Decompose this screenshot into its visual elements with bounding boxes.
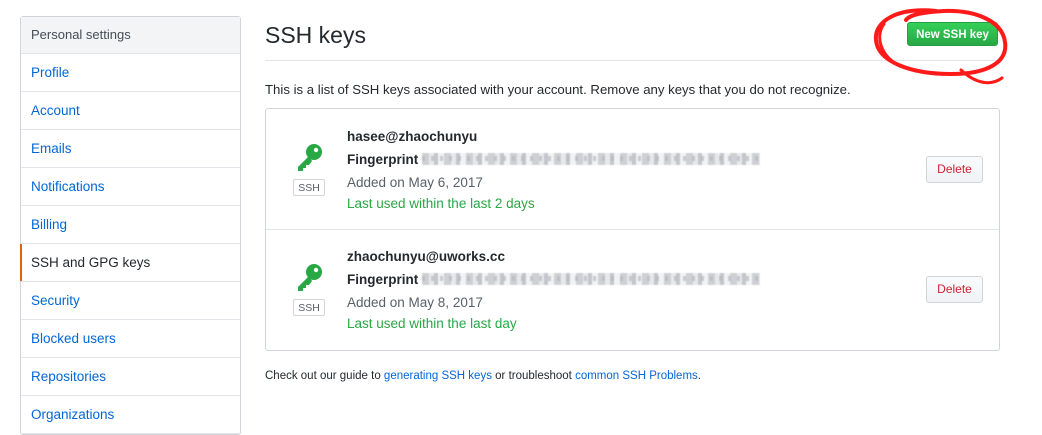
help-text-middle: or troubleshoot bbox=[491, 370, 576, 382]
sidebar-item-emails[interactable]: Emails bbox=[21, 130, 240, 168]
added-date: Added on May 8, 2017 bbox=[347, 295, 483, 310]
sidebar-item-blocked-users[interactable]: Blocked users bbox=[21, 320, 240, 358]
ssh-type-badge: SSH bbox=[293, 299, 325, 316]
generating-ssh-keys-link[interactable]: generating SSH keys bbox=[384, 370, 492, 382]
sidebar-item-notifications[interactable]: Notifications bbox=[21, 168, 240, 206]
sidebar-header: Personal settings bbox=[21, 17, 240, 54]
fingerprint-label: Fingerprint bbox=[347, 272, 419, 287]
intro-text: This is a list of SSH keys associated wi… bbox=[265, 82, 851, 97]
key-icon bbox=[298, 144, 322, 171]
last-used-status: Last used within the last 2 days bbox=[347, 196, 535, 211]
help-text-prefix: Check out our guide to bbox=[265, 370, 384, 382]
page-title: SSH keys bbox=[265, 22, 366, 48]
added-date: Added on May 6, 2017 bbox=[347, 175, 483, 190]
key-icon bbox=[298, 264, 322, 291]
ssh-type-badge: SSH bbox=[293, 179, 325, 196]
last-used-status: Last used within the last day bbox=[347, 316, 517, 331]
sidebar-item-ssh-gpg-keys[interactable]: SSH and GPG keys bbox=[20, 244, 240, 282]
help-text-suffix: . bbox=[697, 370, 701, 382]
fingerprint-label: Fingerprint bbox=[347, 152, 419, 167]
sidebar-item-security[interactable]: Security bbox=[21, 282, 240, 320]
ssh-key-list: SSH hasee@zhaochunyu Fingerprint Added o… bbox=[265, 108, 1000, 351]
delete-key-button[interactable]: Delete bbox=[926, 276, 983, 303]
delete-key-button[interactable]: Delete bbox=[926, 156, 983, 183]
sidebar-item-billing[interactable]: Billing bbox=[21, 206, 240, 244]
sidebar-item-organizations[interactable]: Organizations bbox=[21, 396, 240, 434]
sidebar-item-profile[interactable]: Profile bbox=[21, 54, 240, 92]
annotation-circle bbox=[873, 8, 1008, 85]
sidebar-item-repositories[interactable]: Repositories bbox=[21, 358, 240, 396]
settings-sidebar: Personal settings Profile Account Emails… bbox=[20, 16, 241, 435]
fingerprint-redacted bbox=[422, 153, 760, 165]
help-text: Check out our guide to generating SSH ke… bbox=[265, 370, 701, 382]
common-ssh-problems-link[interactable]: common SSH Problems bbox=[575, 370, 698, 382]
fingerprint-redacted bbox=[422, 273, 760, 285]
sidebar-item-account[interactable]: Account bbox=[21, 92, 240, 130]
key-title: zhaochunyu@uworks.cc bbox=[347, 249, 505, 264]
ssh-key-item: SSH zhaochunyu@uworks.cc Fingerprint Add… bbox=[266, 229, 999, 349]
key-title: hasee@zhaochunyu bbox=[347, 129, 478, 144]
ssh-key-item: SSH hasee@zhaochunyu Fingerprint Added o… bbox=[266, 109, 999, 230]
